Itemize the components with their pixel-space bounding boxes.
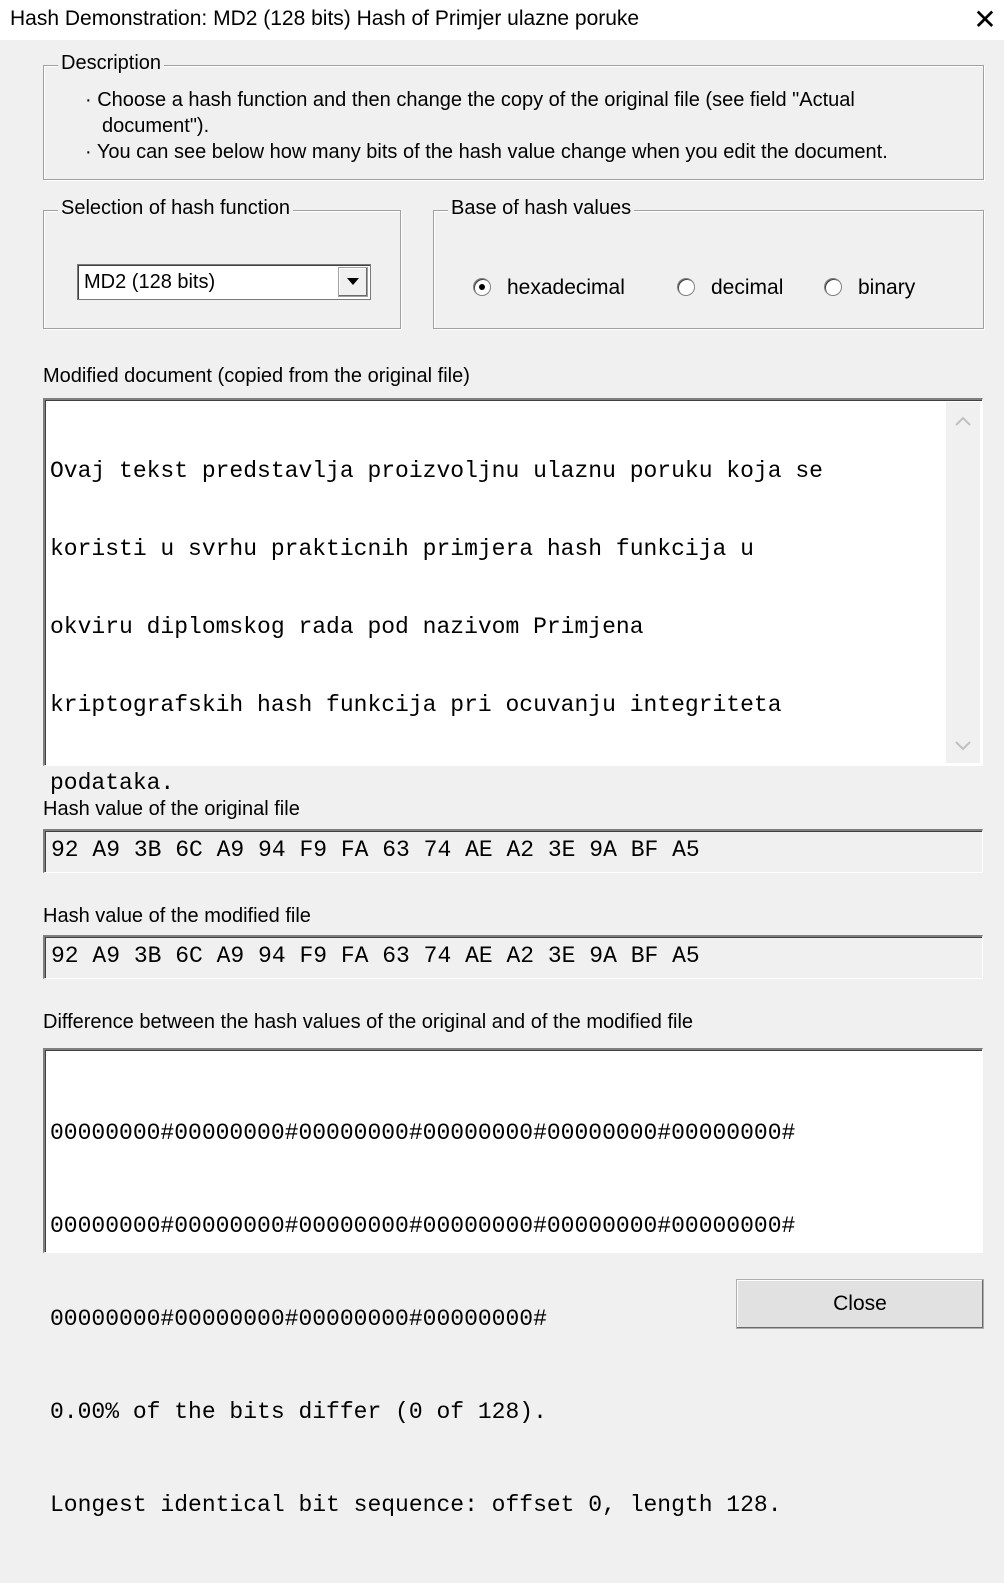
modified-document-label: Modified document (copied from the origi… xyxy=(43,365,470,387)
difference-line: 00000000#00000000#00000000#00000000# xyxy=(50,1306,547,1332)
difference-line: 00000000#00000000#00000000#00000000#0000… xyxy=(50,1120,796,1146)
radio-binary-label: binary xyxy=(858,276,916,299)
original-hash-value: 92 A9 3B 6C A9 94 F9 FA 63 74 AE A2 3E 9… xyxy=(51,837,700,863)
description-line-2: document"). xyxy=(102,115,210,137)
modified-document-textarea[interactable]: Ovaj tekst predstavlja proizvoljnu ulazn… xyxy=(43,398,983,796)
close-button[interactable]: Close xyxy=(736,1279,984,1329)
modified-hash-label: Hash value of the modified file xyxy=(43,905,311,927)
difference-label: Difference between the hash values of th… xyxy=(43,1011,694,1033)
base-legend: Base of hash values xyxy=(448,197,635,220)
radio-hexadecimal-indicator[interactable] xyxy=(473,278,491,296)
difference-line: Longest identical bit sequence: offset 0… xyxy=(50,1492,782,1518)
radio-decimal[interactable]: decimal xyxy=(677,276,797,300)
hash-function-legend: Selection of hash function xyxy=(58,197,294,220)
difference-line: 00000000#00000000#00000000#00000000#0000… xyxy=(50,1213,796,1239)
document-line: podataka. xyxy=(50,770,175,796)
document-line: okviru diplomskog rada pod nazivom Primj… xyxy=(50,614,644,640)
radio-binary[interactable]: binary xyxy=(824,276,924,300)
hash-function-select[interactable]: MD2 (128 bits) xyxy=(77,264,371,300)
title-bar: Hash Demonstration: MD2 (128 bits) Hash … xyxy=(0,0,1004,40)
scroll-up-icon[interactable] xyxy=(955,416,971,426)
scroll-down-icon[interactable] xyxy=(955,741,971,751)
description-line-3: · You can see below how many bits of the… xyxy=(85,141,888,163)
description-group: Description · Choose a hash function and… xyxy=(43,52,984,180)
radio-hexadecimal[interactable]: hexadecimal xyxy=(473,276,633,300)
radio-decimal-indicator[interactable] xyxy=(677,278,695,296)
difference-textarea[interactable]: 00000000#00000000#00000000#00000000#0000… xyxy=(43,1048,983,1518)
modified-document-text[interactable]: Ovaj tekst predstavlja proizvoljnu ulazn… xyxy=(50,406,823,848)
original-hash-field[interactable]: 92 A9 3B 6C A9 94 F9 FA 63 74 AE A2 3E 9… xyxy=(43,829,983,873)
base-group: Base of hash values xyxy=(433,197,984,329)
difference-text[interactable]: 00000000#00000000#00000000#00000000#0000… xyxy=(50,1056,795,1583)
description-line-1: · Choose a hash function and then change… xyxy=(85,89,855,111)
document-line: koristi u svrhu prakticnih primjera hash… xyxy=(50,536,754,562)
modified-hash-value: 92 A9 3B 6C A9 94 F9 FA 63 74 AE A2 3E 9… xyxy=(51,943,700,969)
radio-binary-indicator[interactable] xyxy=(824,278,842,296)
document-line: kriptografskih hash funkcija pri ocuvanj… xyxy=(50,692,782,718)
dropdown-button[interactable] xyxy=(338,267,368,297)
original-hash-label: Hash value of the original file xyxy=(43,798,300,820)
vertical-scrollbar[interactable] xyxy=(946,402,980,763)
radio-hexadecimal-label: hexadecimal xyxy=(507,276,625,299)
modified-hash-field[interactable]: 92 A9 3B 6C A9 94 F9 FA 63 74 AE A2 3E 9… xyxy=(43,935,983,979)
description-legend: Description xyxy=(58,52,165,75)
window-title: Hash Demonstration: MD2 (128 bits) Hash … xyxy=(10,7,640,30)
radio-decimal-label: decimal xyxy=(711,276,784,299)
close-icon[interactable]: ✕ xyxy=(966,0,1004,40)
hash-function-selected: MD2 (128 bits) xyxy=(84,271,216,293)
chevron-down-icon xyxy=(347,278,359,285)
difference-line: 0.00% of the bits differ (0 of 128). xyxy=(50,1399,547,1425)
document-line: Ovaj tekst predstavlja proizvoljnu ulazn… xyxy=(50,458,823,484)
